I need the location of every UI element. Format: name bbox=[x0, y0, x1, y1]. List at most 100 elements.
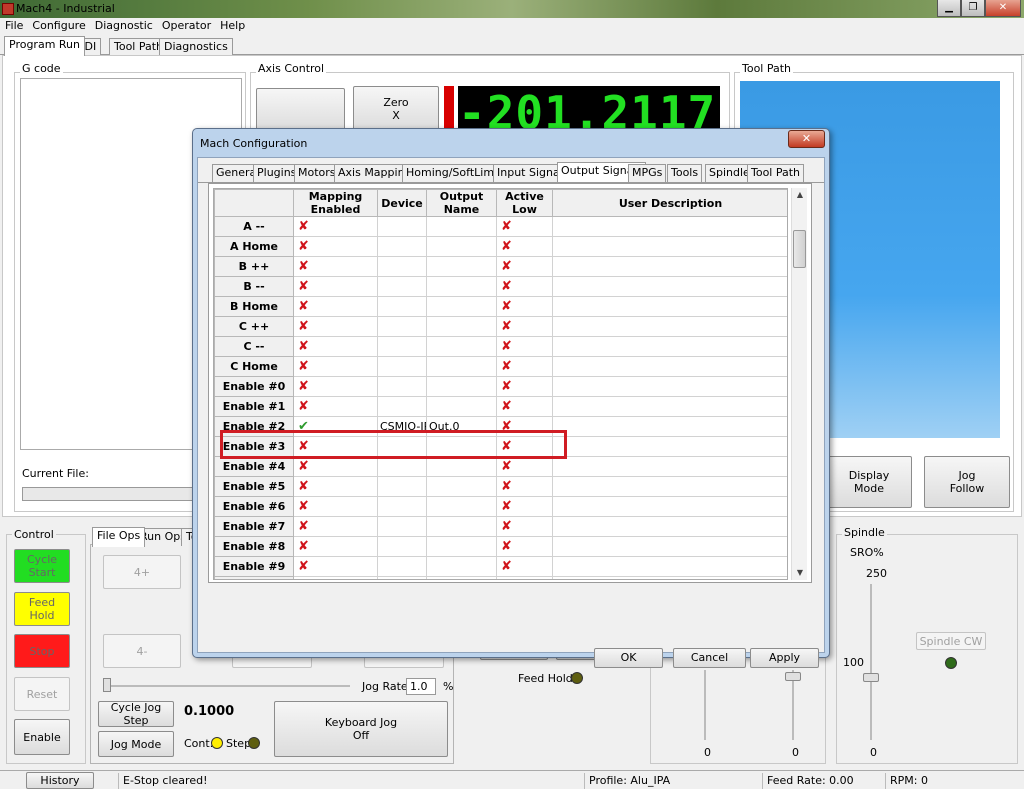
row-label[interactable]: Enable #4 bbox=[214, 456, 294, 477]
row-label[interactable]: Enable #6 bbox=[214, 496, 294, 517]
active-low-cross-cell[interactable]: ✘ bbox=[496, 336, 553, 357]
jog-mode-button[interactable]: Jog Mode bbox=[98, 731, 174, 757]
user-description-cell[interactable] bbox=[552, 556, 787, 577]
device-cell[interactable] bbox=[377, 256, 427, 277]
active-low-cross-cell[interactable]: ✘ bbox=[496, 396, 553, 417]
active-low-cross-cell[interactable]: ✘ bbox=[496, 256, 553, 277]
slider2-thumb[interactable] bbox=[785, 672, 801, 681]
row-label[interactable]: Enable #7 bbox=[214, 516, 294, 537]
user-description-cell[interactable] bbox=[552, 396, 787, 417]
user-description-cell[interactable] bbox=[552, 256, 787, 277]
mapping-enabled-cross-cell[interactable]: ✘ bbox=[293, 276, 378, 297]
table-row[interactable]: Enable #10 ✘ ✘ bbox=[214, 576, 787, 579]
active-low-cross-cell[interactable]: ✘ bbox=[496, 376, 553, 397]
spindle-cw-button[interactable]: Spindle CW bbox=[916, 632, 986, 650]
user-description-cell[interactable] bbox=[552, 456, 787, 477]
device-cell[interactable] bbox=[377, 276, 427, 297]
dtab-tools[interactable]: Tools bbox=[667, 164, 703, 182]
output-name-cell[interactable] bbox=[426, 476, 497, 497]
table-row[interactable]: Enable #9 ✘ ✘ bbox=[214, 556, 787, 577]
cancel-button[interactable]: Cancel bbox=[673, 648, 746, 668]
mapping-enabled-cross-cell[interactable]: ✘ bbox=[293, 216, 378, 237]
output-name-cell[interactable] bbox=[426, 216, 497, 237]
device-cell[interactable] bbox=[377, 296, 427, 317]
row-label[interactable]: C Home bbox=[214, 356, 294, 377]
user-description-cell[interactable] bbox=[552, 436, 787, 457]
jog-follow-button[interactable]: Jog Follow bbox=[924, 456, 1010, 508]
user-description-cell[interactable] bbox=[552, 576, 787, 579]
user-description-cell[interactable] bbox=[552, 496, 787, 517]
jog-4-plus-button[interactable]: 4+ bbox=[103, 555, 181, 589]
active-low-cross-cell[interactable]: ✘ bbox=[496, 276, 553, 297]
table-row[interactable]: B Home ✘ ✘ bbox=[214, 296, 787, 317]
row-label[interactable]: Enable #8 bbox=[214, 536, 294, 557]
scroll-thumb[interactable] bbox=[793, 230, 806, 268]
row-label[interactable]: A Home bbox=[214, 236, 294, 257]
row-label[interactable]: C -- bbox=[214, 336, 294, 357]
ok-button[interactable]: OK bbox=[594, 648, 663, 668]
user-description-cell[interactable] bbox=[552, 216, 787, 237]
device-cell[interactable] bbox=[377, 356, 427, 377]
mapping-enabled-cross-cell[interactable]: ✘ bbox=[293, 356, 378, 377]
active-low-cross-cell[interactable]: ✘ bbox=[496, 556, 553, 577]
user-description-cell[interactable] bbox=[552, 376, 787, 397]
row-label[interactable]: Enable #5 bbox=[214, 476, 294, 497]
zero-x-button[interactable]: Zero X bbox=[353, 86, 439, 132]
col-header-active-low[interactable]: Active Low bbox=[496, 189, 553, 217]
active-low-cross-cell[interactable]: ✘ bbox=[496, 536, 553, 557]
output-name-cell[interactable] bbox=[426, 396, 497, 417]
output-name-cell[interactable] bbox=[426, 556, 497, 577]
device-cell[interactable] bbox=[377, 396, 427, 417]
cycle-jog-step-button[interactable]: Cycle Jog Step bbox=[98, 701, 174, 727]
apply-button[interactable]: Apply bbox=[750, 648, 819, 668]
feed-hold-button[interactable]: Feed Hold bbox=[14, 592, 70, 626]
mapping-enabled-cross-cell[interactable]: ✘ bbox=[293, 376, 378, 397]
mapping-enabled-cross-cell[interactable]: ✘ bbox=[293, 556, 378, 577]
mapping-enabled-cross-cell[interactable]: ✘ bbox=[293, 396, 378, 417]
dialog-close-button[interactable]: ✕ bbox=[788, 130, 825, 148]
user-description-cell[interactable] bbox=[552, 316, 787, 337]
output-name-cell[interactable] bbox=[426, 456, 497, 477]
user-description-cell[interactable] bbox=[552, 416, 787, 437]
jog-rate-slider[interactable] bbox=[103, 678, 111, 692]
mapping-enabled-cross-cell[interactable]: ✘ bbox=[293, 256, 378, 277]
active-low-cross-cell[interactable]: ✘ bbox=[496, 496, 553, 517]
device-cell[interactable] bbox=[377, 336, 427, 357]
table-row[interactable]: C Home ✘ ✘ bbox=[214, 356, 787, 377]
device-cell[interactable] bbox=[377, 456, 427, 477]
mapping-enabled-cross-cell[interactable]: ✘ bbox=[293, 496, 378, 517]
output-name-cell[interactable] bbox=[426, 496, 497, 517]
mapping-enabled-cross-cell[interactable]: ✘ bbox=[293, 516, 378, 537]
active-low-cross-cell[interactable]: ✘ bbox=[496, 516, 553, 537]
active-low-cross-cell[interactable]: ✘ bbox=[496, 236, 553, 257]
output-name-cell[interactable] bbox=[426, 316, 497, 337]
stop-button[interactable]: Stop bbox=[14, 634, 70, 668]
scroll-up-arrow-icon[interactable]: ▲ bbox=[792, 188, 808, 202]
output-name-cell[interactable] bbox=[426, 336, 497, 357]
axis-blank-button[interactable] bbox=[256, 88, 345, 132]
output-name-cell[interactable] bbox=[426, 356, 497, 377]
active-low-cross-cell[interactable]: ✘ bbox=[496, 356, 553, 377]
jog-4-minus-button[interactable]: 4- bbox=[103, 634, 181, 668]
history-button[interactable]: History bbox=[26, 772, 94, 789]
table-row[interactable]: C -- ✘ ✘ bbox=[214, 336, 787, 357]
menu-operator[interactable]: Operator bbox=[157, 18, 215, 34]
menu-configure[interactable]: Configure bbox=[27, 18, 89, 34]
table-row[interactable]: Enable #7 ✘ ✘ bbox=[214, 516, 787, 537]
user-description-cell[interactable] bbox=[552, 476, 787, 497]
menu-diagnostic[interactable]: Diagnostic bbox=[90, 18, 157, 34]
device-cell[interactable] bbox=[377, 496, 427, 517]
display-mode-button[interactable]: Display Mode bbox=[826, 456, 912, 508]
active-low-cross-cell[interactable]: ✘ bbox=[496, 296, 553, 317]
mapping-enabled-cross-cell[interactable]: ✘ bbox=[293, 536, 378, 557]
device-cell[interactable] bbox=[377, 556, 427, 577]
mapping-enabled-cross-cell[interactable]: ✘ bbox=[293, 576, 378, 579]
output-name-cell[interactable] bbox=[426, 256, 497, 277]
row-label[interactable]: A -- bbox=[214, 216, 294, 237]
jog-rate-input[interactable] bbox=[406, 678, 436, 695]
output-name-cell[interactable] bbox=[426, 516, 497, 537]
dtab-tool-path[interactable]: Tool Path bbox=[747, 164, 805, 182]
sro-slider-thumb[interactable] bbox=[863, 673, 879, 682]
user-description-cell[interactable] bbox=[552, 516, 787, 537]
row-label[interactable]: Enable #0 bbox=[214, 376, 294, 397]
